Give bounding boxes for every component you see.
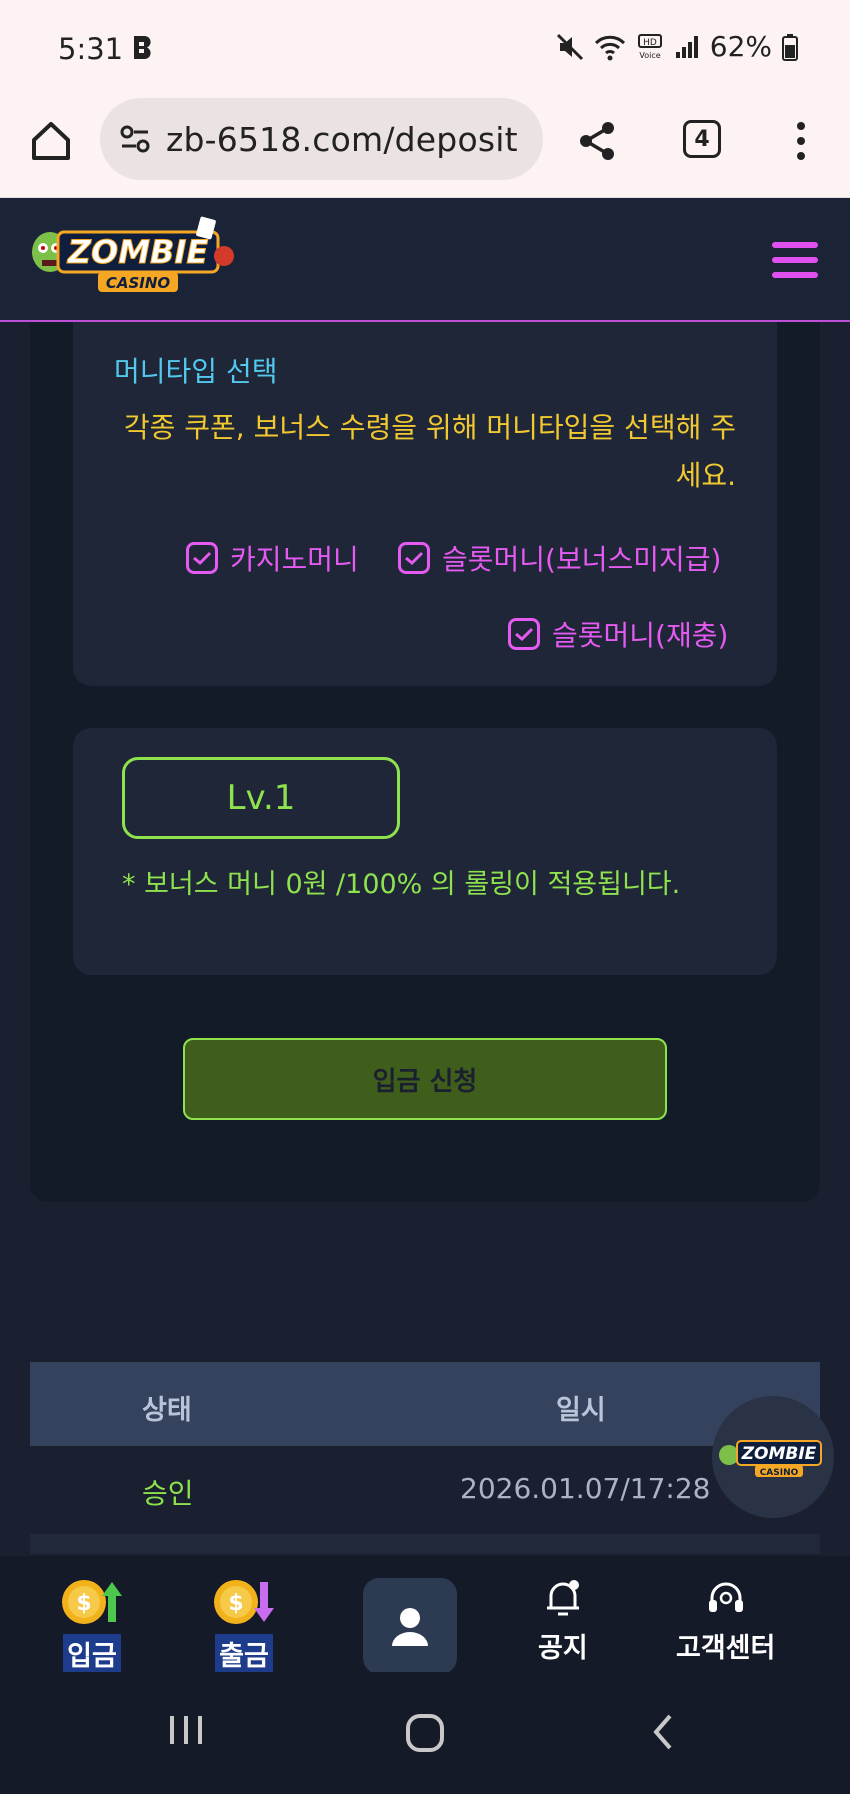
hamburger-menu-button[interactable]	[772, 242, 818, 278]
nav-deposit[interactable]: $ 입금	[60, 1576, 124, 1673]
bell-icon	[546, 1580, 579, 1616]
recent-apps-icon[interactable]	[166, 1712, 206, 1748]
floating-logo-button[interactable]: ZOMBIE CASINO	[712, 1396, 834, 1518]
svg-text:$: $	[228, 1591, 243, 1616]
coin-down-icon: $	[214, 1580, 274, 1624]
row-status: 승인	[142, 1477, 194, 1510]
column-header-datetime: 일시	[556, 1395, 606, 1426]
site-settings-icon[interactable]	[118, 122, 152, 156]
deposit-request-button[interactable]: 입금 신청	[183, 1038, 667, 1120]
svg-text:CASINO: CASINO	[760, 1468, 799, 1478]
money-option-slot-recharge[interactable]: 슬롯머니(재충)	[508, 616, 728, 652]
column-header-status: 상태	[142, 1395, 192, 1426]
nav-label: 입금	[63, 1634, 121, 1673]
battery-percent: 62%	[709, 30, 772, 63]
checkbox-checked-icon[interactable]	[508, 618, 540, 650]
history-table-header: 상태 일시	[30, 1362, 820, 1446]
money-option-casino[interactable]: 카지노머니	[186, 540, 359, 576]
signal-icon	[675, 35, 698, 58]
bottom-navigation: $ 입금 $ 출금 공지 고객센터	[0, 1556, 850, 1674]
checkbox-checked-icon[interactable]	[398, 542, 430, 574]
money-option-label: 슬롯머니(보너스미지급)	[442, 543, 722, 576]
row-datetime: 2026.01.07/17:28	[460, 1472, 711, 1505]
rolling-note: * 보너스 머니 0원 /100% 의 롤링이 적용됩니다.	[122, 869, 681, 900]
wifi-icon	[594, 35, 625, 60]
home-icon[interactable]	[28, 118, 74, 164]
zombie-casino-logo-icon: ZOMBIE CASINO	[719, 1440, 822, 1478]
app-notification-icon	[134, 36, 151, 59]
nav-notice[interactable]: 공지	[538, 1576, 588, 1665]
money-option-label: 슬롯머니(재충)	[552, 619, 729, 652]
home-circle-icon[interactable]	[404, 1712, 446, 1754]
headset-icon	[708, 1582, 743, 1612]
svg-text:$: $	[76, 1591, 91, 1616]
user-icon	[392, 1608, 428, 1646]
svg-text:Voice: Voice	[639, 51, 660, 60]
nav-customer-center[interactable]: 고객센터	[676, 1576, 775, 1665]
nav-label: 고객센터	[676, 1633, 776, 1664]
mute-icon	[556, 33, 583, 60]
status-time: 5:31	[58, 32, 124, 66]
svg-text:HD: HD	[643, 38, 657, 48]
svg-text:ZOMBIE: ZOMBIE	[741, 1444, 817, 1464]
coin-up-icon: $	[62, 1580, 122, 1624]
address-bar[interactable]: zb-6518.com/deposit	[100, 98, 543, 180]
level-badge: Lv.1	[122, 757, 400, 839]
site-header: ZOMBIE CASINO	[0, 198, 850, 322]
table-row	[30, 1534, 820, 1554]
system-navigation-bar	[0, 1672, 850, 1794]
profile-button[interactable]	[363, 1578, 457, 1674]
zombie-casino-logo[interactable]: ZOMBIE CASINO	[28, 212, 238, 304]
svg-text:ZOMBIE: ZOMBIE	[67, 233, 209, 271]
table-row: 승인 2026.01.07/17:28	[30, 1446, 820, 1534]
hamburger-line	[772, 272, 818, 278]
browser-toolbar: zb-6518.com/deposit 4	[0, 96, 850, 198]
nav-label: 공지	[538, 1633, 588, 1664]
tab-switcher-button[interactable]: 4	[683, 120, 721, 158]
money-type-description: 각종 쿠폰, 보너스 수령을 위해 머니타입을 선택해 주세요.	[123, 411, 736, 492]
more-options-icon[interactable]	[786, 118, 816, 164]
svg-text:CASINO: CASINO	[106, 274, 171, 292]
money-option-label: 카지노머니	[230, 543, 359, 576]
status-bar: 5:31 HD Voice 62%	[0, 0, 850, 96]
checkbox-checked-icon[interactable]	[186, 542, 218, 574]
back-icon[interactable]	[648, 1712, 678, 1752]
money-type-title: 머니타입 선택	[114, 355, 278, 388]
url-text: zb-6518.com/deposit	[166, 119, 518, 159]
nav-withdraw[interactable]: $ 출금	[212, 1576, 276, 1673]
battery-icon	[782, 33, 798, 61]
hamburger-line	[772, 242, 818, 248]
share-icon[interactable]	[574, 118, 620, 164]
money-option-slot-no-bonus[interactable]: 슬롯머니(보너스미지급)	[398, 540, 721, 576]
hamburger-line	[772, 257, 818, 263]
hd-voice-icon: HD Voice	[637, 33, 662, 60]
nav-label: 출금	[215, 1634, 273, 1673]
